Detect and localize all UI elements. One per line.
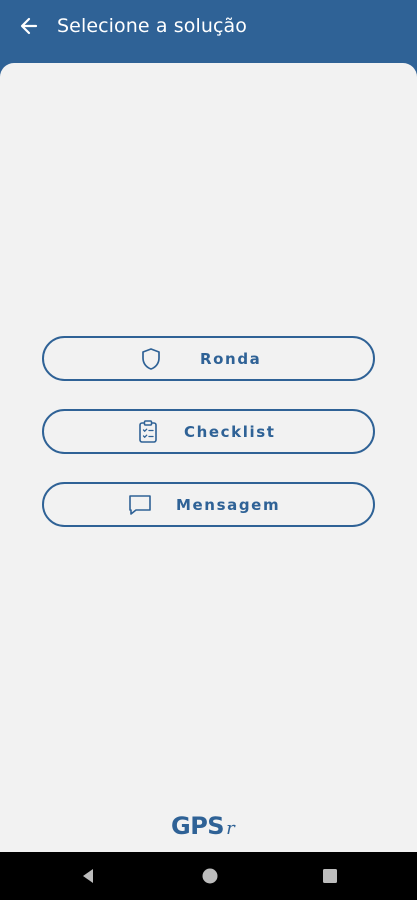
- arrow-left-icon: [20, 17, 38, 35]
- mensagem-button[interactable]: Mensagem: [42, 482, 375, 527]
- clipboard-checklist-icon: [135, 419, 161, 445]
- home-circle-icon[interactable]: [200, 866, 220, 886]
- checklist-button[interactable]: Checklist: [42, 409, 375, 454]
- app-bar: Selecione a solução: [0, 0, 417, 64]
- ronda-label: Ronda: [200, 349, 262, 368]
- mensagem-label: Mensagem: [176, 495, 281, 514]
- shield-icon: [138, 346, 164, 372]
- back-triangle-icon[interactable]: [78, 866, 98, 886]
- back-button[interactable]: [14, 12, 44, 40]
- recents-square-icon[interactable]: [320, 866, 340, 886]
- gpsr-logo: GPS r: [171, 812, 235, 846]
- message-bubble-icon: [127, 492, 153, 518]
- content-sheet: [0, 63, 417, 852]
- page-title: Selecione a solução: [57, 15, 247, 37]
- logo-sub-text: r: [226, 818, 235, 839]
- logo-main-text: GPS: [171, 812, 225, 840]
- system-navigation-bar: [0, 852, 417, 900]
- checklist-label: Checklist: [184, 422, 276, 441]
- ronda-button[interactable]: Ronda: [42, 336, 375, 381]
